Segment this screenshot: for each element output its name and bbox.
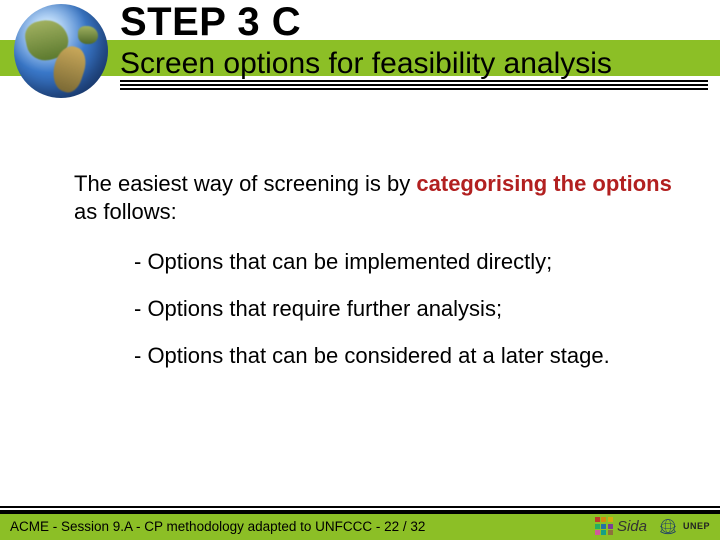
earth-globe-icon	[14, 4, 108, 98]
footer-text: ACME - Session 9.A - CP methodology adap…	[10, 519, 425, 534]
step-label: STEP 3 C	[120, 0, 710, 42]
intro-tail: as follows:	[74, 199, 177, 224]
unep-label: UNEP	[683, 521, 710, 531]
slide-subtitle: Screen options for feasibility analysis	[120, 42, 710, 80]
title-block: STEP 3 C Screen options for feasibility …	[120, 0, 710, 80]
footer-logos: Sida UNEP	[595, 515, 710, 537]
sida-grid-icon	[595, 517, 613, 535]
unep-logo: UNEP	[657, 515, 710, 537]
intro-paragraph: The easiest way of screening is by categ…	[74, 170, 680, 226]
sida-label: Sida	[617, 518, 647, 535]
bullet-list: - Options that can be implemented direct…	[134, 248, 680, 370]
slide-body: The easiest way of screening is by categ…	[74, 170, 680, 388]
list-item: - Options that require further analysis;	[134, 295, 680, 324]
slide-footer: ACME - Session 9.A - CP methodology adap…	[0, 512, 720, 540]
slide-header: STEP 3 C Screen options for feasibility …	[0, 0, 720, 105]
title-underline	[120, 80, 708, 90]
list-item: - Options that can be implemented direct…	[134, 248, 680, 277]
list-item: - Options that can be considered at a la…	[134, 342, 680, 371]
sida-logo: Sida	[595, 517, 647, 535]
intro-emphasis: categorising the options	[416, 171, 671, 196]
unep-emblem-icon	[657, 515, 679, 537]
intro-lead: The easiest way of screening is by	[74, 171, 416, 196]
